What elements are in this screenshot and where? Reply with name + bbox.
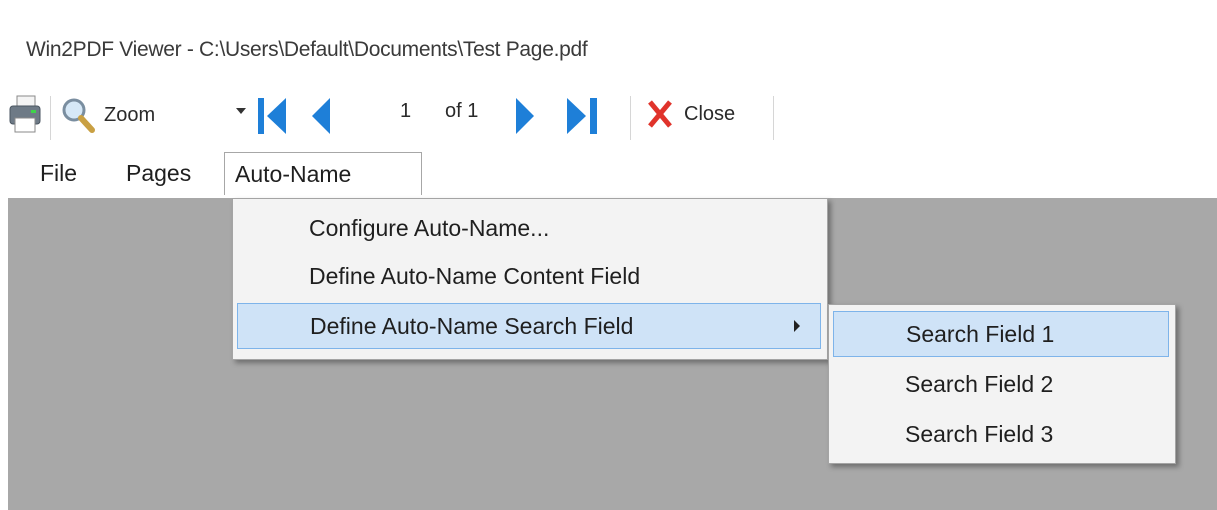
- first-page-button[interactable]: [255, 92, 289, 140]
- viewer-window: Win2PDF Viewer - C:\Users\Default\Docume…: [8, 8, 1217, 510]
- submenu-search-field-2[interactable]: Search Field 2: [833, 361, 1169, 407]
- menu-define-search-field-label: Define Auto-Name Search Field: [310, 312, 634, 339]
- menu-bar: File Pages Auto-Name: [8, 148, 1217, 198]
- previous-page-button[interactable]: [308, 92, 334, 140]
- magnifier-icon: [62, 98, 95, 133]
- next-page-icon: [516, 98, 534, 134]
- search-field-submenu: Search Field 1 Search Field 2 Search Fie…: [828, 304, 1176, 464]
- submenu-search-field-1[interactable]: Search Field 1: [833, 311, 1169, 357]
- close-label: Close: [684, 102, 736, 125]
- zoom-button[interactable]: Zoom: [58, 92, 155, 138]
- menu-define-search-field[interactable]: Define Auto-Name Search Field: [237, 303, 821, 349]
- printer-icon: [9, 95, 41, 133]
- toolbar: Zoom 1 of 1 Close: [8, 86, 908, 146]
- zoom-label: Zoom: [104, 103, 156, 126]
- submenu-search-field-3[interactable]: Search Field 3: [833, 411, 1169, 457]
- last-page-icon: [567, 98, 597, 134]
- last-page-button[interactable]: [564, 92, 604, 140]
- print-button[interactable]: [8, 92, 42, 138]
- window-title: Win2PDF Viewer - C:\Users\Default\Docume…: [26, 38, 588, 61]
- caret-down-icon: [236, 108, 246, 114]
- page-number-field[interactable]: 1: [400, 100, 411, 123]
- menu-configure-auto-name[interactable]: Configure Auto-Name...: [237, 205, 821, 251]
- page-total-label: of 1: [445, 100, 479, 122]
- auto-name-dropdown: Configure Auto-Name... Define Auto-Name …: [232, 198, 828, 360]
- close-button[interactable]: Close: [644, 96, 735, 132]
- menu-auto-name[interactable]: Auto-Name: [224, 152, 422, 195]
- next-page-button[interactable]: [512, 92, 538, 140]
- first-page-icon: [258, 98, 286, 134]
- submenu-arrow-icon: [794, 320, 800, 332]
- menu-define-content-field[interactable]: Define Auto-Name Content Field: [237, 253, 821, 299]
- zoom-dropdown-arrow[interactable]: [236, 108, 246, 116]
- close-x-icon: [648, 100, 672, 128]
- menu-file[interactable]: File: [30, 152, 87, 194]
- menu-pages[interactable]: Pages: [116, 152, 201, 194]
- previous-page-icon: [312, 98, 330, 134]
